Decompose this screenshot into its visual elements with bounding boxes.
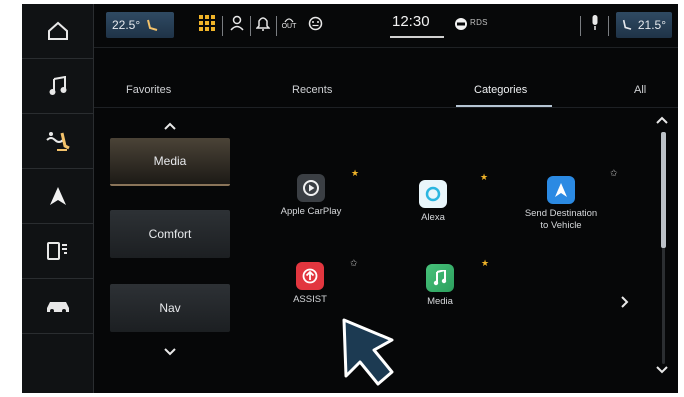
status-bar: 22.5° OUT 12:30 RDS 21.5° <box>94 4 678 48</box>
category-scroll-up[interactable] <box>162 120 178 132</box>
app-apple-carplay[interactable]: Apple CarPlay <box>256 174 366 218</box>
infotainment-screen: 22.5° OUT 12:30 RDS 21.5° Favorites Rece… <box>22 4 678 393</box>
next-page-button[interactable] <box>621 295 629 313</box>
app-label: Send Destination to Vehicle <box>524 208 598 231</box>
profile-button[interactable] <box>228 14 246 32</box>
driver-mood-button[interactable] <box>306 14 324 32</box>
app-label: Media <box>427 296 453 307</box>
favorite-star-icon[interactable]: ★ <box>480 172 488 183</box>
chevron-up-icon <box>164 122 176 130</box>
notifications-button[interactable] <box>254 14 272 32</box>
driver-temp: 22.5° <box>112 18 141 32</box>
navigation-button[interactable] <box>22 169 94 224</box>
app-assist[interactable]: ASSIST <box>255 262 365 306</box>
app-label: Alexa <box>421 212 445 223</box>
radio-button[interactable] <box>454 17 468 31</box>
status-separator <box>250 16 251 36</box>
bell-icon <box>256 17 270 31</box>
driver-climate-chip[interactable]: 22.5° <box>106 12 174 38</box>
app-send-destination[interactable]: Send Destination to Vehicle <box>506 176 616 232</box>
chevron-up-icon <box>656 116 668 124</box>
navigation-icon <box>50 187 66 205</box>
assist-icon <box>296 262 324 290</box>
clock[interactable]: 12:30 <box>392 13 430 30</box>
active-tab-indicator <box>456 105 552 107</box>
app-label: ASSIST <box>293 294 327 305</box>
category-media[interactable]: Media <box>110 138 230 186</box>
home-icon <box>48 21 68 40</box>
scroll-up-button[interactable] <box>654 114 670 126</box>
heated-seat-icon <box>147 19 158 31</box>
status-separator <box>608 16 609 36</box>
pointer-arrow-icon <box>340 318 412 393</box>
microphone-button[interactable] <box>588 14 602 32</box>
music-icon <box>49 76 67 95</box>
vehicle-icon <box>47 302 69 313</box>
tab-favorites[interactable]: Favorites <box>126 84 171 96</box>
category-nav[interactable]: Nav <box>110 284 230 332</box>
left-rail <box>22 4 94 393</box>
chevron-right-icon <box>621 296 629 308</box>
favorite-star-icon[interactable]: ★ <box>351 168 359 179</box>
phone-button[interactable] <box>22 224 94 279</box>
home-button[interactable] <box>22 4 94 59</box>
navigation-arrow-icon <box>547 176 575 204</box>
category-comfort[interactable]: Comfort <box>110 210 230 258</box>
climate-button[interactable] <box>22 114 94 169</box>
microphone-icon <box>592 15 598 30</box>
status-separator <box>222 16 223 36</box>
chevron-down-icon <box>656 366 668 374</box>
tab-categories[interactable]: Categories <box>474 84 527 96</box>
status-separator <box>580 16 581 36</box>
phone-icon <box>47 242 67 260</box>
scrollbar-thumb[interactable] <box>661 132 666 248</box>
favorite-star-outline-icon[interactable]: ✩ <box>610 168 618 179</box>
user-icon <box>230 15 244 31</box>
scroll-down-button[interactable] <box>654 364 670 376</box>
tabs-divider <box>94 107 678 108</box>
status-separator <box>276 16 277 36</box>
clock-underline <box>390 36 444 38</box>
favorite-star-outline-icon[interactable]: ✩ <box>350 258 358 269</box>
app-media[interactable]: Media <box>385 264 495 308</box>
app-alexa[interactable]: Alexa <box>378 180 488 224</box>
favorite-star-icon[interactable]: ★ <box>481 258 489 269</box>
alexa-icon <box>419 180 447 208</box>
outside-temp: OUT <box>280 14 298 34</box>
passenger-temp: 21.5° <box>637 18 666 32</box>
tab-all[interactable]: All <box>634 84 646 96</box>
grid-icon <box>199 15 215 31</box>
passenger-climate-chip[interactable]: 21.5° <box>616 12 672 38</box>
radio-station: RDS <box>470 18 488 27</box>
tab-recents[interactable]: Recents <box>292 84 332 96</box>
climate-icon <box>46 132 70 151</box>
face-icon <box>308 16 322 30</box>
app-label: Apple CarPlay <box>280 206 342 217</box>
music-note-icon <box>426 264 454 292</box>
radio-icon <box>455 18 467 30</box>
apps-grid-button[interactable] <box>198 14 216 32</box>
carplay-icon <box>297 174 325 202</box>
chevron-down-icon <box>164 348 176 356</box>
media-button[interactable] <box>22 59 94 114</box>
category-scroll-down[interactable] <box>162 346 178 358</box>
vehicle-button[interactable] <box>22 279 94 334</box>
passenger-seat-icon <box>622 19 632 30</box>
out-label: OUT <box>281 23 297 30</box>
